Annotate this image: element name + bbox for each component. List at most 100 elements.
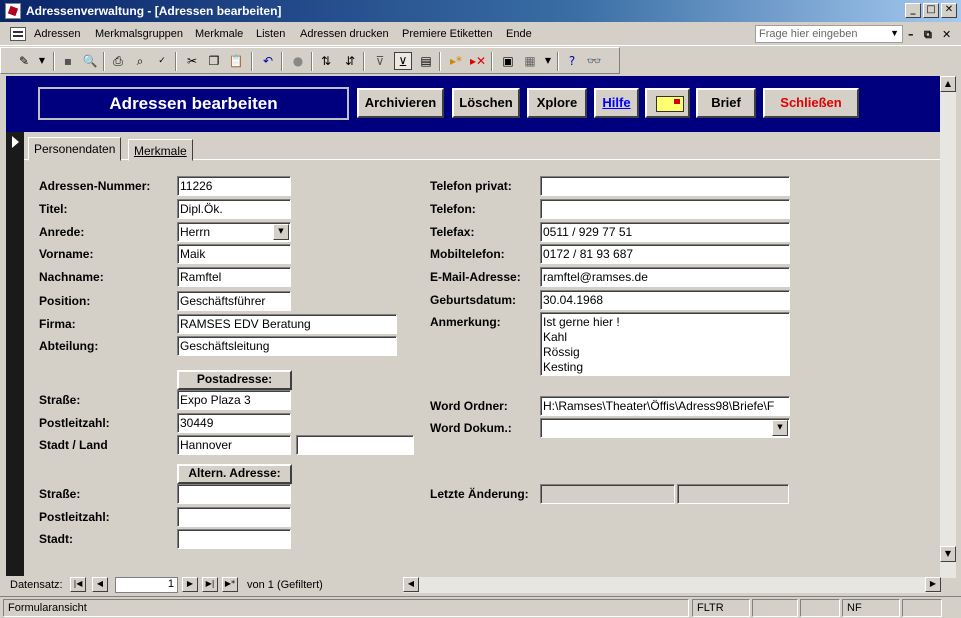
postadresse-button[interactable]: Postadresse: <box>177 370 292 390</box>
alt-stadt-field[interactable] <box>177 529 291 549</box>
new-record-icon[interactable]: ▸* <box>447 52 465 70</box>
delete-record-icon[interactable]: ▸✕ <box>469 52 487 70</box>
help-search-input[interactable]: Frage hier eingeben ▼ <box>755 25 903 43</box>
menu-adressen[interactable]: Adressen <box>34 28 80 40</box>
undo-icon[interactable]: ↶ <box>259 52 277 70</box>
email-button[interactable] <box>645 88 690 118</box>
word-ordner-label: Word Ordner: <box>430 399 508 413</box>
print-icon[interactable]: ⎙ <box>109 52 127 70</box>
record-selector[interactable] <box>6 132 24 576</box>
telefon-privat-field[interactable] <box>540 176 790 196</box>
cut-icon[interactable]: ✂ <box>183 52 201 70</box>
help-icon[interactable]: ? <box>563 52 581 70</box>
view-dropdown-icon[interactable]: ▼ <box>33 52 51 70</box>
scroll-up-icon[interactable]: ▲ <box>940 76 956 92</box>
tab-personendaten[interactable]: Personendaten <box>28 137 122 161</box>
hyperlink-icon[interactable]: ● <box>289 52 307 70</box>
strasse-field[interactable]: Expo Plaza 3 <box>177 390 291 410</box>
anmerkung-line: Rössig <box>543 345 580 359</box>
filter-by-selection-icon[interactable]: ⊽ <box>371 52 389 70</box>
design-view-icon[interactable]: ✎ <box>15 52 33 70</box>
spellcheck-icon[interactable]: ✓ <box>153 52 171 70</box>
record-number-input[interactable]: 1 <box>115 577 178 593</box>
close-form-button[interactable]: Schließen <box>763 88 859 118</box>
stadt-land-label: Stadt / Land <box>39 438 108 452</box>
menu-ende[interactable]: Ende <box>506 28 532 40</box>
stadt-field[interactable]: Hannover <box>177 435 291 455</box>
land-field[interactable] <box>296 435 414 455</box>
chevron-down-icon[interactable]: ▼ <box>273 224 289 240</box>
anmerkung-textarea[interactable]: Ist gerne hier ! Kahl Rössig Kesting <box>540 312 790 376</box>
paste-icon[interactable]: 📋 <box>227 52 245 70</box>
firma-field[interactable]: RAMSES EDV Beratung <box>177 314 397 334</box>
sort-descending-icon[interactable]: ⇵ <box>341 52 359 70</box>
titel-field[interactable]: Dipl.Ök. <box>177 199 291 219</box>
filter-form-icon[interactable]: ▤ <box>417 52 435 70</box>
mdi-minimize-button[interactable]: – <box>908 28 914 41</box>
previous-record-icon[interactable]: ◀ <box>92 577 108 592</box>
mdi-restore-button[interactable]: ⧉ <box>924 28 932 42</box>
scroll-right-icon[interactable]: ▶ <box>925 577 941 592</box>
email-field[interactable]: ramftel@ramses.de <box>540 267 790 287</box>
position-field[interactable]: Geschäftsführer <box>177 291 291 311</box>
word-ordner-field[interactable]: H:\Ramses\Theater\Öffis\Adress98\Briefe\… <box>540 396 790 416</box>
vorname-field[interactable]: Maik <box>177 244 291 264</box>
close-window-button[interactable]: ✕ <box>941 3 957 18</box>
letter-button[interactable]: Brief <box>696 88 756 118</box>
menu-merkmalsgruppen[interactable]: Merkmalsgruppen <box>95 28 183 40</box>
menu-adressen-drucken[interactable]: Adressen drucken <box>300 28 389 40</box>
scroll-down-icon[interactable]: ▼ <box>940 546 956 562</box>
mobiltelefon-field[interactable]: 0172 / 81 93 687 <box>540 244 790 264</box>
geburtsdatum-field[interactable]: 30.04.1968 <box>540 290 790 310</box>
form-menu-icon[interactable] <box>10 27 26 41</box>
menu-merkmale[interactable]: Merkmale <box>195 28 243 40</box>
alt-strasse-field[interactable] <box>177 484 291 504</box>
xplore-button[interactable]: Xplore <box>527 88 587 118</box>
mdi-close-button[interactable]: ✕ <box>942 28 951 41</box>
anmerkung-line: Ist gerne hier ! <box>543 315 620 329</box>
postleitzahl-label: Postleitzahl: <box>39 416 110 430</box>
nachname-field[interactable]: Ramftel <box>177 267 291 287</box>
save-icon[interactable]: ▪ <box>59 52 77 70</box>
new-object-icon[interactable]: ▦ <box>521 52 539 70</box>
abteilung-field[interactable]: Geschäftsleitung <box>177 336 397 356</box>
maximize-button[interactable]: □ <box>923 3 939 18</box>
form-header: Adressen bearbeiten Archivieren Löschen … <box>6 76 940 132</box>
alt-postleitzahl-field[interactable] <box>177 507 291 527</box>
minimize-button[interactable]: _ <box>905 3 921 18</box>
menu-premiere-etiketten[interactable]: Premiere Etiketten <box>402 28 492 40</box>
postleitzahl-field[interactable]: 30449 <box>177 413 291 433</box>
next-record-icon[interactable]: ▶ <box>182 577 198 592</box>
chevron-down-icon[interactable]: ▼ <box>890 28 899 38</box>
new-object-dropdown-icon[interactable]: ▼ <box>539 52 557 70</box>
vertical-scrollbar[interactable]: ▲ ▼ <box>940 76 956 578</box>
database-window-icon[interactable]: ▣ <box>499 52 517 70</box>
email-label: E-Mail-Adresse: <box>430 270 521 284</box>
access-app-icon[interactable] <box>5 3 21 19</box>
menu-listen[interactable]: Listen <box>256 28 285 40</box>
scroll-left-icon[interactable]: ◀ <box>403 577 419 592</box>
archive-button[interactable]: Archivieren <box>357 88 444 118</box>
telefax-field[interactable]: 0511 / 929 77 51 <box>540 222 790 242</box>
horizontal-scrollbar[interactable]: ◀ ▶ <box>403 577 941 593</box>
altern-adresse-button[interactable]: Altern. Adresse: <box>177 464 292 484</box>
copy-icon[interactable]: ❐ <box>205 52 223 70</box>
delete-button[interactable]: Löschen <box>452 88 520 118</box>
print-preview-icon[interactable]: ⌕ <box>131 52 149 70</box>
sort-ascending-icon[interactable]: ⇅ <box>317 52 335 70</box>
filter-active-icon[interactable]: ⊻ <box>394 52 412 70</box>
last-record-icon[interactable]: ▶| <box>202 577 218 592</box>
titel-label: Titel: <box>39 202 68 216</box>
find-binoculars-icon[interactable]: 👓 <box>585 52 603 70</box>
anrede-select[interactable]: Herrn ▼ <box>177 222 291 242</box>
word-dokum-select[interactable]: ▼ <box>540 418 790 438</box>
telefon-field[interactable] <box>540 199 790 219</box>
adressen-nummer-field[interactable]: 11226 <box>177 176 291 196</box>
help-button[interactable]: Hilfe <box>594 88 639 118</box>
window-title: Adressenverwaltung - [Adressen bearbeite… <box>26 4 282 18</box>
new-record-nav-icon[interactable]: ▶* <box>222 577 238 592</box>
file-search-icon[interactable]: 🔍 <box>81 52 99 70</box>
tab-merkmale[interactable]: Merkmale <box>128 139 193 161</box>
chevron-down-icon[interactable]: ▼ <box>772 420 788 436</box>
first-record-icon[interactable]: |◀ <box>70 577 86 592</box>
